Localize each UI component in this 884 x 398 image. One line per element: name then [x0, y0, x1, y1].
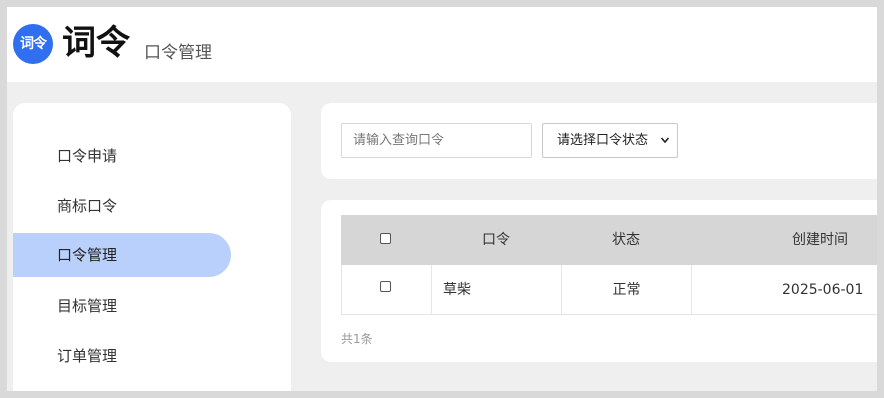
filter-panel: 请选择口令状态: [321, 103, 877, 179]
chevron-down-icon: [661, 137, 669, 144]
sidebar-item-command-management[interactable]: 口令管理: [13, 233, 231, 277]
row-select-cell: [342, 265, 432, 315]
table-header: 口令 状态 创建时间: [341, 215, 877, 265]
sidebar-item-order-management[interactable]: 订单管理: [13, 334, 231, 378]
row-checkbox[interactable]: [380, 281, 391, 292]
select-all-checkbox[interactable]: [380, 233, 391, 244]
status-select[interactable]: 请选择口令状态: [542, 123, 678, 158]
sidebar-item-target-management[interactable]: 目标管理: [13, 284, 231, 328]
command-table-panel: 口令 状态 创建时间 草柴 正常 2025-06-01 共1条: [321, 200, 877, 362]
sidebar-item-trademark-command[interactable]: 商标口令: [13, 184, 231, 228]
header: 词令 词令 口令管理: [7, 7, 877, 82]
column-header-status: 状态: [612, 232, 640, 248]
logo-icon: 词令: [13, 24, 53, 64]
status-select-value: 请选择口令状态: [557, 133, 649, 148]
total-count: 共1条: [341, 332, 373, 346]
app-window: 词令 词令 口令管理 口令申请 商标口令 口令管理 目标管理 订单管理 请选择口…: [7, 7, 877, 391]
cell-command: 草柴: [431, 265, 561, 315]
cell-created-time: 2025-06-01: [691, 265, 877, 315]
sidebar-item-command-apply[interactable]: 口令申请: [13, 134, 231, 178]
column-header-command: 口令: [482, 232, 510, 248]
search-input[interactable]: [341, 123, 532, 158]
cell-status: 正常: [561, 265, 691, 315]
header-select-cell: [341, 215, 431, 265]
page-title: 口令管理: [144, 43, 212, 63]
sidebar: 口令申请 商标口令 口令管理 目标管理 订单管理: [13, 103, 291, 391]
table-row: 草柴 正常 2025-06-01: [341, 265, 877, 315]
brand-title: 词令: [62, 23, 130, 63]
column-header-created-time: 创建时间: [792, 232, 848, 248]
